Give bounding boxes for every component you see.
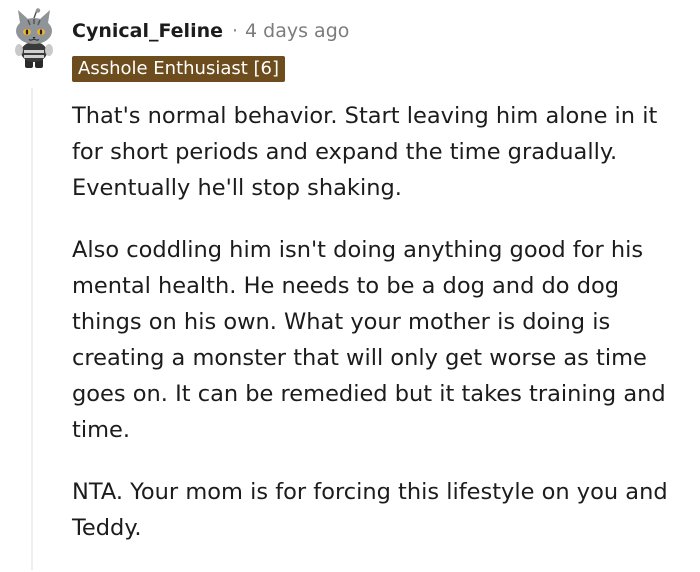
meta-separator: · xyxy=(232,20,239,42)
user-avatar-icon[interactable] xyxy=(8,8,60,70)
user-flair-badge: Asshole Enthusiast [6] xyxy=(72,56,286,82)
comment-timestamp[interactable]: 4 days ago xyxy=(245,20,349,42)
comment-body: That's normal behavior. Start leaving hi… xyxy=(72,98,692,572)
thread-collapse-line[interactable] xyxy=(31,88,33,570)
comment-paragraph: That's normal behavior. Start leaving hi… xyxy=(72,103,658,201)
snoo-avatar-icon xyxy=(15,8,53,68)
comment-paragraph: Also coddling him isn't doing anything g… xyxy=(72,237,666,443)
username-link[interactable]: Cynical_Feline xyxy=(72,20,223,42)
comment: Cynical_Feline · 4 days ago Asshole Enth… xyxy=(0,0,700,570)
comment-paragraph: NTA. Your mom is for forcing this lifest… xyxy=(72,479,668,541)
comment-meta: Cynical_Feline · 4 days ago xyxy=(72,16,349,46)
